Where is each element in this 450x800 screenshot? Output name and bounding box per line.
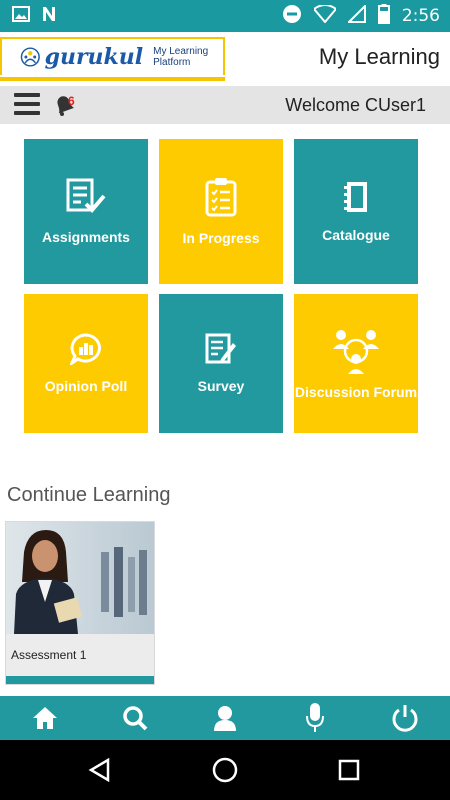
notification-count: 6 [68, 94, 75, 108]
course-thumbnail [6, 522, 154, 634]
group-discussion-icon [331, 327, 381, 378]
system-nav-bar [0, 740, 450, 800]
logo-tagline: My Learning Platform [153, 46, 209, 68]
notebook-icon [341, 180, 371, 217]
tile-survey[interactable]: Survey [159, 294, 283, 433]
toolbar: 6 Welcome CUser1 [0, 86, 450, 124]
gallery-icon [12, 5, 30, 27]
app-header: gurukul My Learning Platform My Learning [0, 32, 450, 86]
course-card[interactable]: Assessment 1 [5, 521, 155, 685]
wifi-icon [312, 3, 338, 28]
tile-label: In Progress [182, 230, 260, 246]
n-icon [40, 5, 58, 28]
chat-chart-icon [68, 333, 102, 368]
gurukul-logo: gurukul My Learning Platform [0, 35, 225, 81]
course-card-label: Assessment 1 [6, 634, 154, 676]
microphone-icon[interactable] [285, 696, 345, 740]
hamburger-menu-icon[interactable] [14, 93, 40, 115]
tile-label: Opinion Poll [44, 378, 128, 394]
continue-learning-title: Continue Learning [7, 484, 171, 506]
tile-label: Assignments [42, 229, 130, 245]
tile-catalogue[interactable]: Catalogue [294, 139, 418, 284]
home-icon[interactable] [15, 696, 75, 740]
do-not-disturb-icon [282, 4, 302, 29]
battery-icon [377, 3, 390, 29]
status-bar: 2:56 [0, 0, 450, 32]
tile-label: Catalogue [322, 227, 390, 243]
course-card-strip [6, 676, 154, 684]
survey-icon [205, 333, 237, 368]
clock: 2:56 [401, 6, 440, 26]
profile-icon[interactable] [195, 696, 255, 740]
tile-assignments[interactable]: Assignments [24, 139, 148, 284]
assignment-icon [66, 178, 106, 219]
back-icon[interactable] [83, 754, 115, 786]
tile-in-progress[interactable]: In Progress [159, 139, 283, 284]
signal-icon [346, 3, 366, 28]
notification-bell-icon[interactable]: 6 [52, 92, 78, 118]
recent-apps-icon[interactable] [333, 754, 365, 786]
page-title: My Learning [318, 44, 440, 69]
welcome-message: Welcome CUser1 [285, 95, 426, 115]
gurukul-emblem-icon [20, 47, 40, 67]
tile-discussion-forum[interactable]: Discussion Forum [294, 294, 418, 433]
tile-label: Survey [197, 378, 245, 394]
logo-brand: gurukul [44, 44, 144, 70]
search-icon[interactable] [105, 696, 165, 740]
power-icon[interactable] [375, 696, 435, 740]
bottom-nav [0, 696, 450, 740]
home-circle-icon[interactable] [209, 754, 241, 786]
tile-label: Discussion Forum [294, 384, 418, 400]
clipboard-checklist-icon [204, 177, 238, 220]
tile-opinion-poll[interactable]: Opinion Poll [24, 294, 148, 433]
